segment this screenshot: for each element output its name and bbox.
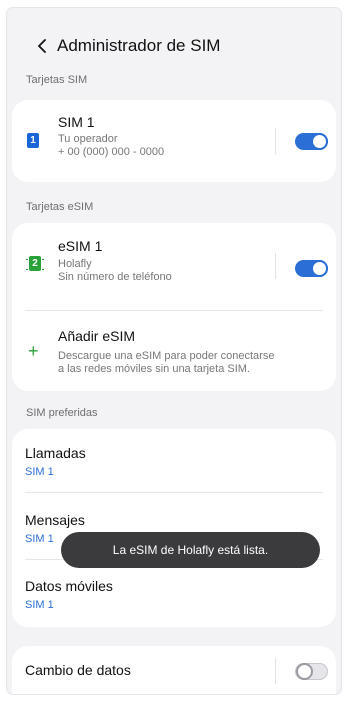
divider xyxy=(25,492,323,493)
esim1-name: eSIM 1 xyxy=(58,238,103,254)
sim1-card-icon: 1 xyxy=(27,133,39,148)
add-esim-description-1: Descargue una eSIM para poder conectarse xyxy=(58,350,275,362)
sim-cards-card: 1 SIM 1 Tu operador + 00 (000) 000 - 000… xyxy=(12,100,336,182)
sim1-toggle[interactable] xyxy=(295,133,328,150)
esim1-operator: Holafly xyxy=(58,258,92,270)
sim1-name: SIM 1 xyxy=(58,114,95,130)
data-switch-card: Cambio de datos xyxy=(12,646,336,694)
section-label-sim-cards: Tarjetas SIM xyxy=(26,74,88,86)
esim1-number: Sin número de teléfono xyxy=(58,271,172,283)
divider xyxy=(275,658,276,684)
sim1-row[interactable]: 1 SIM 1 Tu operador + 00 (000) 000 - 000… xyxy=(12,100,336,182)
pref-calls-value: SIM 1 xyxy=(25,466,54,478)
toast-message: La eSIM de Holafly está lista. xyxy=(61,532,320,568)
sim1-number: + 00 (000) 000 - 0000 xyxy=(58,146,165,158)
add-esim-label: Añadir eSIM xyxy=(58,328,136,344)
data-switch-row[interactable]: Cambio de datos xyxy=(12,646,336,694)
data-switch-toggle[interactable] xyxy=(295,663,328,680)
divider xyxy=(275,253,276,279)
esim1-card-icon: 2 xyxy=(26,256,44,271)
page-title: Administrador de SIM xyxy=(57,36,221,55)
add-esim-description-2: a las redes móviles sin una tarjeta SIM. xyxy=(58,363,250,375)
section-label-preferred: SIM preferidas xyxy=(26,407,98,419)
plus-icon: + xyxy=(28,341,39,361)
sim1-operator: Tu operador xyxy=(58,133,118,145)
pref-calls-row[interactable]: Llamadas SIM 1 xyxy=(12,429,336,493)
data-switch-label: Cambio de datos xyxy=(25,662,131,678)
divider xyxy=(275,128,276,154)
section-label-esim-cards: Tarjetas eSIM xyxy=(26,201,94,213)
esim1-toggle[interactable] xyxy=(295,260,328,277)
pref-messages-label: Mensajes xyxy=(25,512,85,528)
pref-calls-label: Llamadas xyxy=(25,445,86,461)
pref-data-row[interactable]: Datos móviles SIM 1 xyxy=(12,561,336,625)
pref-data-value: SIM 1 xyxy=(25,599,54,611)
pref-data-label: Datos móviles xyxy=(25,578,113,594)
add-esim-row[interactable]: + Añadir eSIM Descargue una eSIM para po… xyxy=(12,311,336,391)
app-header: Administrador de SIM xyxy=(7,32,341,60)
back-arrow-icon xyxy=(38,39,46,53)
sim-manager-screen: Administrador de SIM Tarjetas SIM 1 SIM … xyxy=(7,8,341,694)
back-button[interactable] xyxy=(28,32,56,60)
esim-cards-card: 2 eSIM 1 Holafly Sin número de teléfono … xyxy=(12,223,336,391)
pref-messages-value: SIM 1 xyxy=(25,533,54,545)
esim1-row[interactable]: 2 eSIM 1 Holafly Sin número de teléfono xyxy=(12,223,336,305)
preferred-sim-card: Llamadas SIM 1 Mensajes SIM 1 Datos móvi… xyxy=(12,429,336,627)
